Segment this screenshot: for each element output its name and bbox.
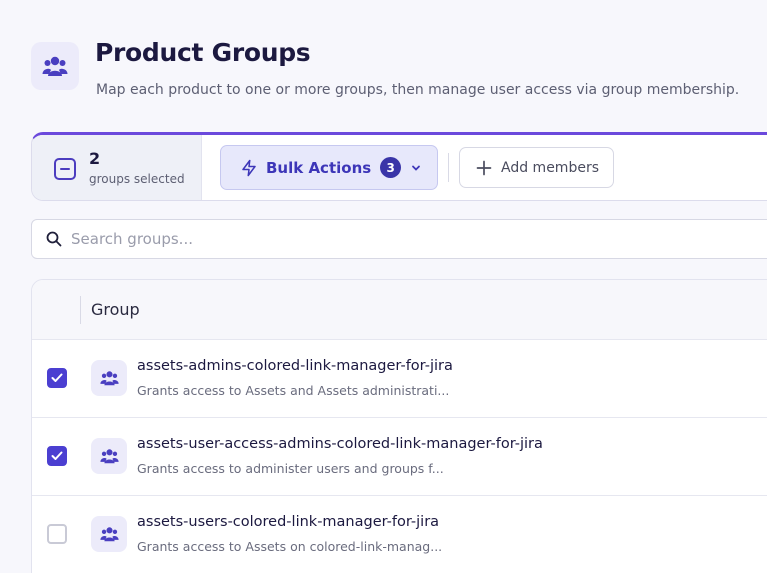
chevron-down-icon	[410, 162, 422, 174]
groups-table: Group assets-admins-colored-link-manager…	[31, 279, 767, 573]
group-name[interactable]: assets-admins-colored-link-manager-for-j…	[137, 358, 453, 374]
bulk-actions-count-badge: 3	[380, 157, 402, 178]
selection-summary: 2 groups selected	[32, 135, 202, 200]
lightning-icon	[240, 159, 258, 177]
table-row[interactable]: assets-admins-colored-link-manager-for-j…	[32, 340, 767, 418]
checkmark-icon	[51, 373, 63, 382]
search-icon	[46, 231, 62, 247]
plus-icon	[476, 160, 492, 176]
table-header: Group	[32, 280, 767, 340]
bulk-actions-label: Bulk Actions	[266, 158, 372, 177]
selection-toolbar: 2 groups selected Bulk Actions 3 Add mem…	[31, 132, 767, 201]
group-name[interactable]: assets-users-colored-link-manager-for-ji…	[137, 514, 439, 530]
deselect-all-checkbox[interactable]	[54, 158, 76, 180]
users-group-icon	[91, 516, 127, 552]
table-row[interactable]: assets-users-colored-link-manager-for-ji…	[32, 496, 767, 573]
users-group-icon	[91, 360, 127, 396]
toolbar-divider	[448, 153, 449, 182]
selected-count: 2	[89, 149, 101, 168]
selected-label: groups selected	[89, 172, 185, 186]
search-input[interactable]	[71, 230, 721, 248]
group-description: Grants access to Assets on colored-link-…	[137, 539, 443, 554]
minus-icon	[60, 168, 70, 170]
row-checkbox[interactable]	[47, 446, 67, 466]
page-title: Product Groups	[95, 38, 311, 67]
row-checkbox[interactable]	[47, 524, 67, 544]
add-members-label: Add members	[501, 159, 599, 176]
group-description: Grants access to Assets and Assets admin…	[137, 383, 450, 398]
add-members-button[interactable]: Add members	[459, 147, 614, 188]
bulk-actions-button[interactable]: Bulk Actions 3	[220, 145, 438, 190]
header-divider	[80, 296, 81, 324]
users-group-icon	[31, 42, 79, 90]
group-name[interactable]: assets-user-access-admins-colored-link-m…	[137, 436, 543, 452]
page-subtitle: Map each product to one or more groups, …	[96, 82, 740, 98]
row-checkbox[interactable]	[47, 368, 67, 388]
column-header-group: Group	[91, 300, 140, 319]
users-group-icon	[91, 438, 127, 474]
group-description: Grants access to administer users and gr…	[137, 461, 444, 476]
table-row[interactable]: assets-user-access-admins-colored-link-m…	[32, 418, 767, 496]
checkmark-icon	[51, 451, 63, 460]
search-box	[31, 219, 767, 259]
